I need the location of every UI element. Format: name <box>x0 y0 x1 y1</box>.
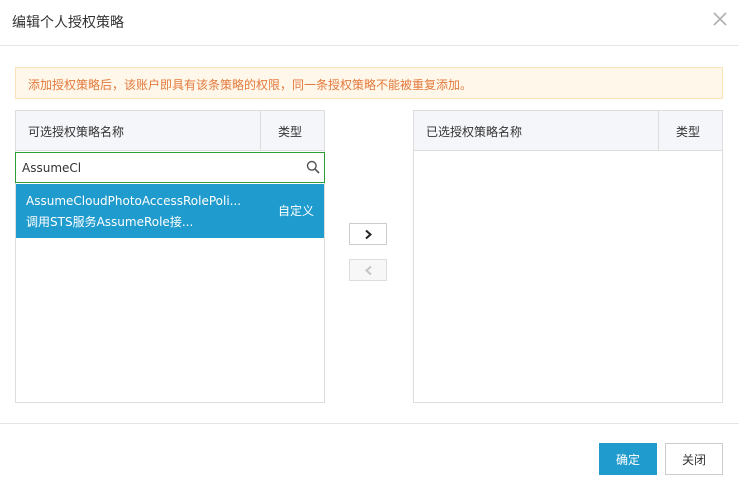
policy-search-box <box>15 152 325 183</box>
available-name-column: 可选授权策略名称 <box>28 125 125 139</box>
edit-policy-dialog: 编辑个人授权策略 添加授权策略后，该账户即具有该条策略的权限，同一条授权策略不能… <box>0 0 739 494</box>
selected-type-column: 类型 <box>676 125 701 139</box>
dialog-header: 编辑个人授权策略 <box>0 0 739 46</box>
available-policies-panel: 可选授权策略名称 类型 AssumeCloudPhotoAccessRolePo… <box>15 110 325 403</box>
selected-name-column: 已选授权策略名称 <box>426 125 523 139</box>
confirm-button[interactable]: 确定 <box>599 443 657 475</box>
policy-name: AssumeCloudPhotoAccessRolePoli... <box>26 194 242 208</box>
notice-text: 添加授权策略后，该账户即具有该条策略的权限，同一条授权策略不能被重复添加。 <box>28 78 473 92</box>
column-divider <box>260 111 261 151</box>
remove-policy-button[interactable] <box>349 259 387 281</box>
close-button[interactable]: 关闭 <box>665 443 723 475</box>
search-icon[interactable] <box>306 160 320 174</box>
policy-search-input[interactable] <box>16 153 296 182</box>
column-divider <box>658 111 659 151</box>
available-policies-header: 可选授权策略名称 类型 <box>16 111 324 151</box>
available-type-column: 类型 <box>278 125 303 139</box>
policy-list-item[interactable]: AssumeCloudPhotoAccessRolePoli... 调用STS服… <box>16 184 324 238</box>
chevron-right-icon <box>365 229 373 240</box>
selected-policies-panel: 已选授权策略名称 类型 <box>413 110 723 403</box>
add-policy-button[interactable] <box>349 223 387 245</box>
policy-type: 自定义 <box>278 204 315 218</box>
selected-policies-header: 已选授权策略名称 类型 <box>414 111 722 151</box>
close-icon[interactable] <box>711 10 729 28</box>
dialog-title: 编辑个人授权策略 <box>12 15 124 31</box>
chevron-left-icon <box>364 265 372 276</box>
dialog-footer: 确定 关闭 <box>0 423 739 494</box>
policy-description: 调用STS服务AssumeRole接... <box>26 215 194 229</box>
notice-banner: 添加授权策略后，该账户即具有该条策略的权限，同一条授权策略不能被重复添加。 <box>15 67 723 99</box>
